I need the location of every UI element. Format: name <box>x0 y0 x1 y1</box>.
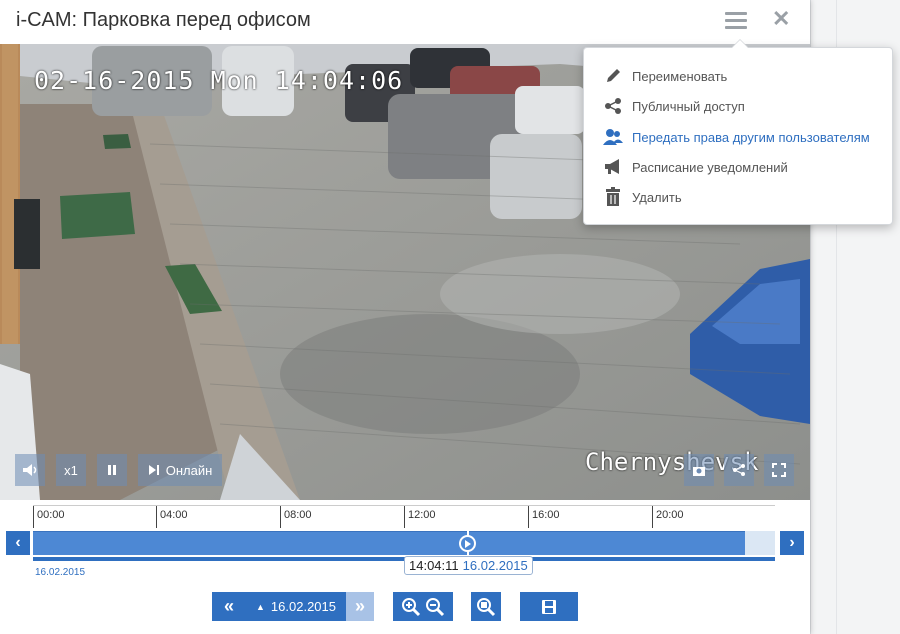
zoom-reset-button[interactable] <box>471 592 501 621</box>
skip-to-live-icon <box>148 465 159 475</box>
tick-label: 08:00 <box>280 506 312 528</box>
camera-menu-dropdown: Переименовать Публичный доступ Передать … <box>583 39 893 225</box>
share-icon <box>733 464 745 476</box>
dialog-titlebar: i-CAM: Парковка перед офисом ✕ <box>0 0 810 44</box>
share-icon <box>602 95 624 117</box>
tick-label: 16:00 <box>528 506 560 528</box>
prev-day-button[interactable]: « <box>212 592 246 621</box>
live-label: Онлайн <box>165 462 213 478</box>
floppy-disk-icon <box>542 599 556 614</box>
next-day-button[interactable]: » <box>346 592 374 621</box>
live-button[interactable]: Онлайн <box>138 454 222 486</box>
date-picker-label: 16.02.2015 <box>270 599 336 614</box>
trash-icon <box>602 186 624 208</box>
double-chevron-right-icon: » <box>354 596 365 616</box>
close-icon[interactable]: ✕ <box>772 6 790 32</box>
chevron-right-icon: › <box>789 534 795 551</box>
cursor-time-label: 14:04:11 16.02.2015 <box>404 556 533 575</box>
speed-button[interactable]: x1 <box>56 454 86 486</box>
timeline-day-label: 16.02.2015 <box>35 567 86 578</box>
camera-icon <box>693 467 705 476</box>
pause-button[interactable] <box>97 454 127 486</box>
double-chevron-left-icon: « <box>223 596 234 616</box>
menu-item-label: Публичный доступ <box>632 98 745 114</box>
zoom-out-icon[interactable] <box>425 597 445 617</box>
fullscreen-icon <box>772 463 786 477</box>
date-picker-button[interactable]: ▲ 16.02.2015 <box>246 592 346 621</box>
share-video-button[interactable] <box>724 454 754 486</box>
menu-item-label: Расписание уведомлений <box>632 159 788 175</box>
save-archive-button[interactable] <box>520 592 578 621</box>
zoom-in-icon[interactable] <box>401 597 421 617</box>
fullscreen-button[interactable] <box>764 454 794 486</box>
cursor-date: 16.02.2015 <box>462 558 528 573</box>
menu-item-label: Переименовать <box>632 68 728 84</box>
tick-label: 00:00 <box>33 506 65 528</box>
menu-item-delete[interactable]: Удалить <box>602 184 682 210</box>
timeline-prev-button[interactable]: ‹ <box>6 531 30 555</box>
menu-item-transfer-rights[interactable]: Передать права другим пользователям <box>602 124 870 150</box>
megaphone-icon <box>602 156 624 178</box>
caret-up-icon: ▲ <box>256 601 265 612</box>
zoom-fit-icon <box>477 597 496 616</box>
zoom-controls <box>393 592 453 621</box>
tick-label: 20:00 <box>652 506 684 528</box>
dialog-title: i-CAM: Парковка перед офисом <box>16 9 311 31</box>
tick-label: 04:00 <box>156 506 188 528</box>
menu-item-label: Удалить <box>632 189 682 205</box>
volume-button[interactable] <box>15 454 45 486</box>
osd-datetime: 02-16-2015 Mon 14:04:06 <box>34 66 404 95</box>
timeline-next-button[interactable]: › <box>780 531 804 555</box>
snapshot-button[interactable] <box>684 454 714 486</box>
timeline-bar-empty <box>745 531 775 555</box>
play-position-icon[interactable] <box>459 535 476 552</box>
menu-icon[interactable] <box>725 12 747 30</box>
menu-item-notification-schedule[interactable]: Расписание уведомлений <box>602 154 788 180</box>
menu-item-public-access[interactable]: Публичный доступ <box>602 93 745 119</box>
menu-item-rename[interactable]: Переименовать <box>602 63 727 89</box>
speaker-icon <box>23 464 37 476</box>
timeline-ticks: 00:00 04:00 08:00 12:00 16:00 20:00 <box>33 505 775 528</box>
users-icon <box>602 126 624 148</box>
chevron-left-icon: ‹ <box>15 534 21 551</box>
timeline-bar[interactable] <box>33 531 775 555</box>
pause-icon <box>108 465 116 475</box>
pencil-icon <box>602 65 624 87</box>
tick-label: 12:00 <box>404 506 436 528</box>
menu-item-label: Передать права другим пользователям <box>632 129 870 145</box>
cursor-time: 14:04:11 <box>409 558 459 573</box>
